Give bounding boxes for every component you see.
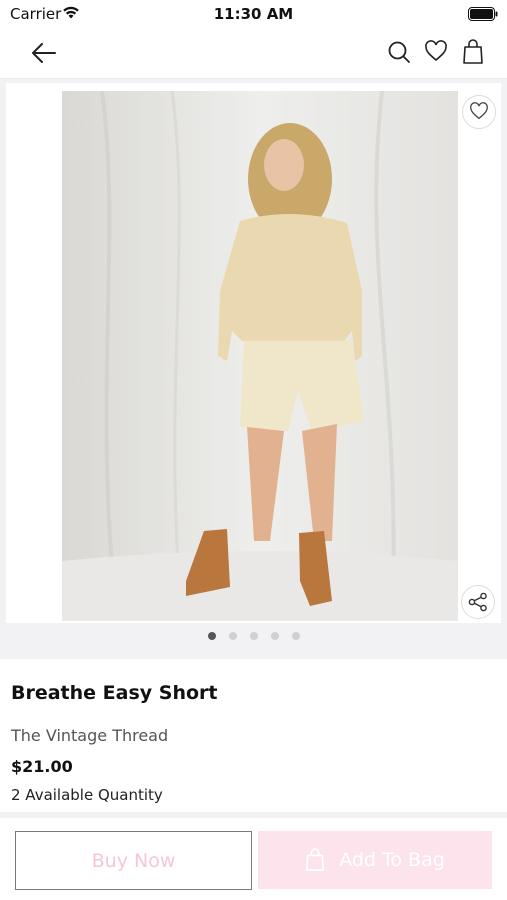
- add-to-bag-button[interactable]: Add To Bag: [258, 831, 492, 889]
- top-nav-bar: [0, 28, 507, 79]
- shopping-bag-icon[interactable]: [462, 39, 484, 69]
- product-photo[interactable]: [62, 91, 458, 621]
- share-icon[interactable]: [461, 585, 495, 619]
- battery-icon: [468, 6, 498, 25]
- status-bar: Carrier 11:30 AM: [0, 0, 507, 28]
- bottom-action-bar: Buy Now Add To Bag: [0, 818, 507, 900]
- page-dot[interactable]: [270, 632, 279, 640]
- page-dot[interactable]: [228, 632, 237, 640]
- shopping-bag-icon: [306, 848, 325, 871]
- add-to-bag-label: Add To Bag: [339, 849, 445, 871]
- page-dot[interactable]: [249, 632, 258, 640]
- buy-now-button[interactable]: Buy Now: [15, 831, 252, 890]
- page-dot[interactable]: [291, 632, 300, 640]
- back-arrow-icon[interactable]: [30, 39, 58, 67]
- product-title: Breathe Easy Short: [11, 682, 218, 704]
- page-dot-active[interactable]: [207, 632, 216, 640]
- clock: 11:30 AM: [213, 5, 294, 23]
- heart-icon[interactable]: [424, 40, 448, 66]
- gallery-pagination: [0, 632, 507, 640]
- product-details: Breathe Easy Short The Vintage Thread $2…: [0, 659, 507, 812]
- wishlist-toggle-icon[interactable]: [462, 95, 496, 129]
- available-quantity: 2 Available Quantity: [11, 786, 163, 804]
- search-icon[interactable]: [387, 40, 411, 68]
- shop-name[interactable]: The Vintage Thread: [11, 726, 168, 745]
- product-price: $21.00: [11, 757, 73, 776]
